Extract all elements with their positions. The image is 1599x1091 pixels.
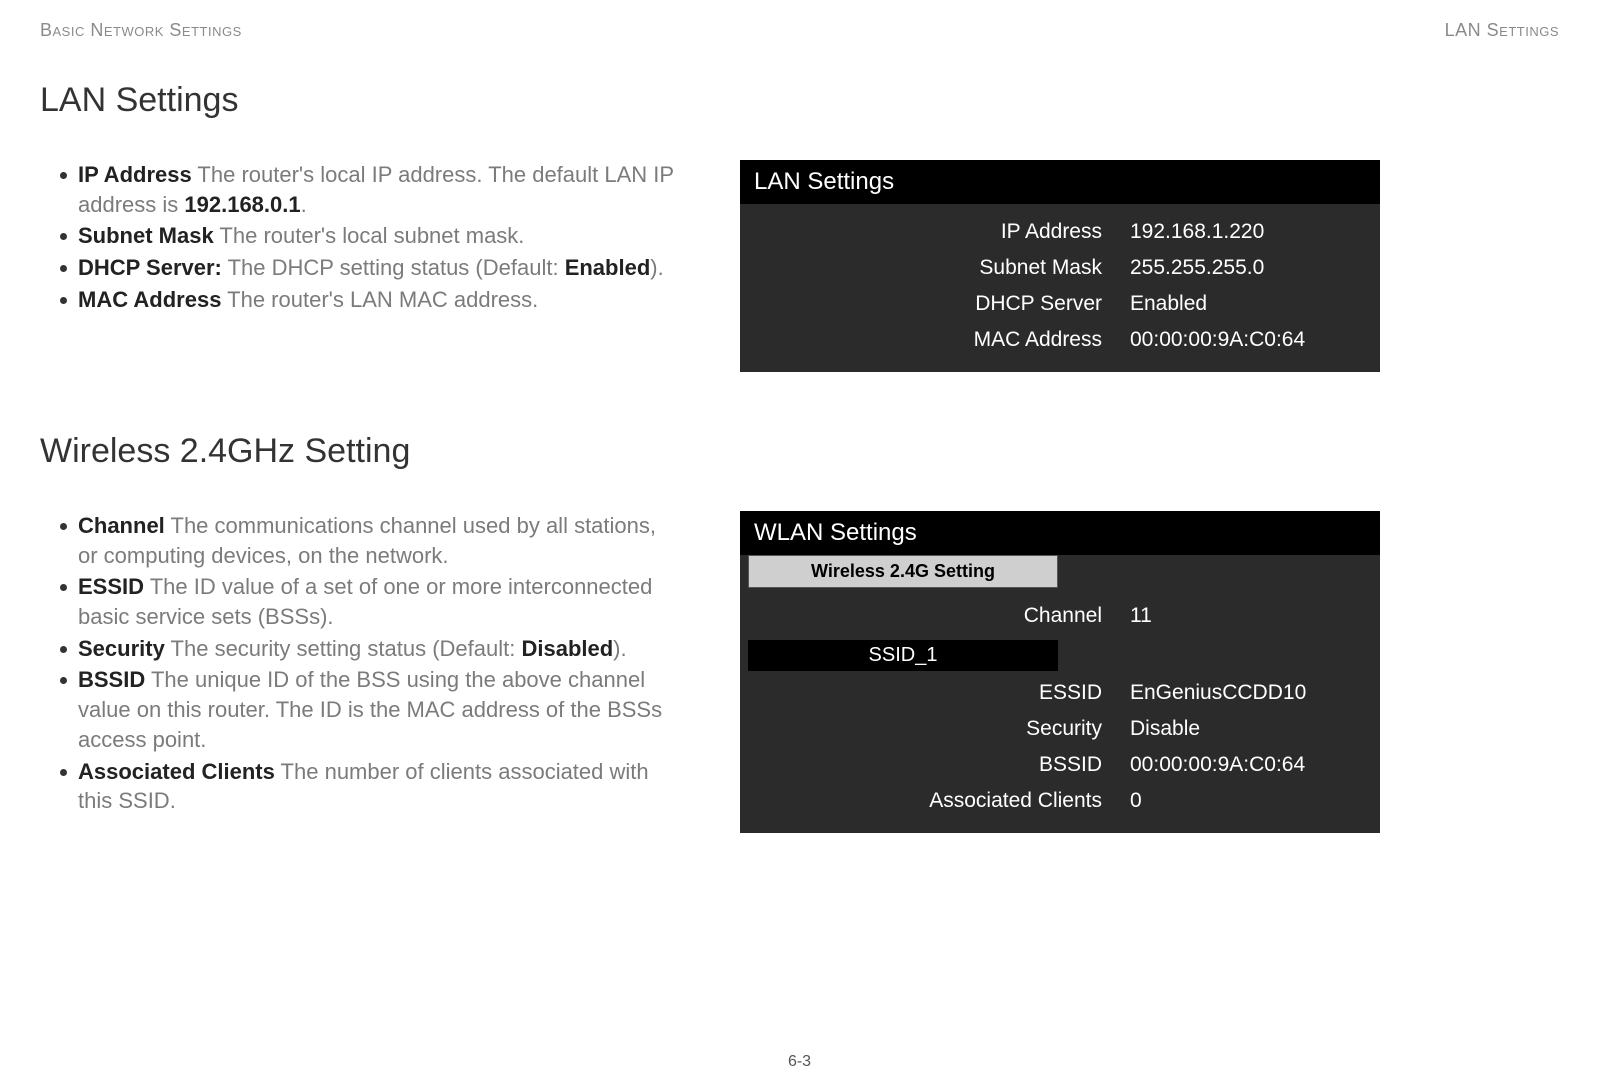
lan-bullet-subnet: Subnet Mask The router's local subnet ma… (60, 221, 680, 251)
page-number: 6-3 (788, 1053, 811, 1071)
wlan-panel-body: Channel 11 SSID_1 ESSID EnGeniusCCDD10 S… (740, 588, 1380, 833)
page-running-header: Basic Network Settings LAN Settings (40, 20, 1559, 41)
lan-row-subnet: Subnet Mask 255.255.255.0 (740, 250, 1380, 286)
wlan-settings-panel: WLAN Settings Wireless 2.4G Setting Chan… (740, 511, 1380, 833)
term-bssid: BSSID (78, 667, 145, 692)
wlan-bullet-channel: Channel The communications channel used … (60, 511, 680, 570)
wlan-bullet-essid: ESSID The ID value of a set of one or mo… (60, 572, 680, 631)
wlan-bullet-list: Channel The communications channel used … (60, 511, 680, 816)
lan-value-mac: 00:00:00:9A:C0:64 (1130, 328, 1380, 352)
wlan-row-clients: Associated Clients 0 (740, 783, 1380, 819)
desc-channel: The communications channel used by all s… (78, 513, 656, 568)
wlan-row-essid: ESSID EnGeniusCCDD10 (740, 675, 1380, 711)
wlan-value-bssid: 00:00:00:9A:C0:64 (1130, 753, 1380, 777)
default-security: Disabled (521, 636, 613, 661)
lan-value-ip: 192.168.1.220 (1130, 220, 1380, 244)
wlan-row-bssid: BSSID 00:00:00:9A:C0:64 (740, 747, 1380, 783)
wlan-text-column: Channel The communications channel used … (40, 511, 680, 818)
lan-value-subnet: 255.255.255.0 (1130, 256, 1380, 280)
wlan-value-security: Disable (1130, 717, 1380, 741)
desc-mac: The router's LAN MAC address. (221, 287, 538, 312)
wlan-label-bssid: BSSID (740, 753, 1130, 777)
lan-label-dhcp: DHCP Server (740, 292, 1130, 316)
header-left: Basic Network Settings (40, 20, 242, 41)
lan-content-block: IP Address The router's local IP address… (40, 160, 1559, 372)
term-security: Security (78, 636, 165, 661)
wlan-bullet-security: Security The security setting status (De… (60, 634, 680, 664)
desc-subnet: The router's local subnet mask. (214, 223, 525, 248)
wlan-row-security: Security Disable (740, 711, 1380, 747)
default-ip: 192.168.0.1 (184, 192, 300, 217)
lan-panel-title: LAN Settings (740, 160, 1380, 204)
wlan-row-channel: Channel 11 (740, 598, 1380, 634)
wlan-value-channel: 11 (1130, 604, 1380, 628)
lan-settings-panel: LAN Settings IP Address 192.168.1.220 Su… (740, 160, 1380, 372)
wlan-ssid1-header: SSID_1 (748, 640, 1058, 671)
wlan-tab-24g: Wireless 2.4G Setting (748, 555, 1058, 588)
term-essid: ESSID (78, 574, 144, 599)
wlan-label-essid: ESSID (740, 681, 1130, 705)
wlan-section-title: Wireless 2.4GHz Setting (40, 432, 1559, 471)
lan-text-column: IP Address The router's local IP address… (40, 160, 680, 316)
default-dhcp: Enabled (565, 255, 651, 280)
wlan-value-essid: EnGeniusCCDD10 (1130, 681, 1380, 705)
lan-label-subnet: Subnet Mask (740, 256, 1130, 280)
lan-panel-body: IP Address 192.168.1.220 Subnet Mask 255… (740, 204, 1380, 372)
desc-dhcp-pre: The DHCP setting status (Default: (222, 255, 565, 280)
lan-row-ip: IP Address 192.168.1.220 (740, 214, 1380, 250)
desc-ip-post: . (301, 192, 307, 217)
lan-bullet-mac: MAC Address The router's LAN MAC address… (60, 285, 680, 315)
wlan-panel-title: WLAN Settings (740, 511, 1380, 555)
desc-bssid: The unique ID of the BSS using the above… (78, 667, 662, 751)
term-subnet-mask: Subnet Mask (78, 223, 214, 248)
wlan-bullet-clients: Associated Clients The number of clients… (60, 757, 680, 816)
wlan-label-clients: Associated Clients (740, 789, 1130, 813)
term-channel: Channel (78, 513, 165, 538)
wlan-bullet-bssid: BSSID The unique ID of the BSS using the… (60, 665, 680, 754)
lan-bullet-ip: IP Address The router's local IP address… (60, 160, 680, 219)
wlan-label-security: Security (740, 717, 1130, 741)
lan-label-mac: MAC Address (740, 328, 1130, 352)
lan-value-dhcp: Enabled (1130, 292, 1380, 316)
term-ip-address: IP Address (78, 162, 192, 187)
lan-section-title: LAN Settings (40, 81, 1559, 120)
wlan-label-channel: Channel (740, 604, 1130, 628)
desc-security-post: ). (613, 636, 626, 661)
lan-row-mac: MAC Address 00:00:00:9A:C0:64 (740, 322, 1380, 358)
term-associated-clients: Associated Clients (78, 759, 275, 784)
desc-security-pre: The security setting status (Default: (165, 636, 522, 661)
wlan-value-clients: 0 (1130, 789, 1380, 813)
desc-essid: The ID value of a set of one or more int… (78, 574, 652, 629)
lan-label-ip: IP Address (740, 220, 1130, 244)
lan-bullet-list: IP Address The router's local IP address… (60, 160, 680, 314)
term-dhcp-server: DHCP Server: (78, 255, 222, 280)
wlan-content-block: Channel The communications channel used … (40, 511, 1559, 833)
desc-dhcp-post: ). (650, 255, 663, 280)
lan-bullet-dhcp: DHCP Server: The DHCP setting status (De… (60, 253, 680, 283)
term-mac-address: MAC Address (78, 287, 221, 312)
header-right: LAN Settings (1445, 20, 1559, 41)
lan-row-dhcp: DHCP Server Enabled (740, 286, 1380, 322)
